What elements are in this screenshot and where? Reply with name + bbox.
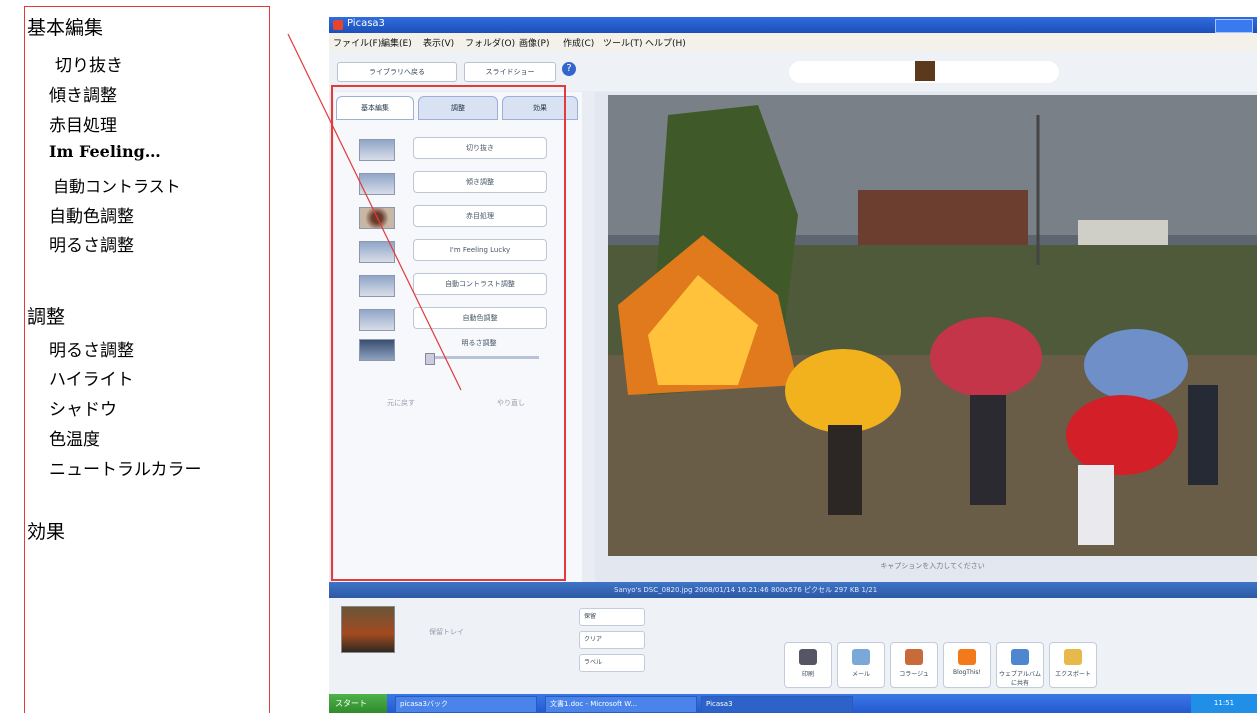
annotation-item: Im Feeling… [49, 142, 161, 161]
tool-straighten: 傾き調整 [359, 171, 579, 195]
annotation-item: 明るさ調整 [49, 341, 134, 361]
label-button[interactable]: ラベル [579, 654, 645, 672]
redeye-thumbnail [359, 207, 395, 229]
crop-thumbnail [359, 139, 395, 161]
filmstrip-thumbnail[interactable] [915, 61, 935, 81]
blogthis-button[interactable]: BlogThis! [943, 642, 991, 688]
window-title: Picasa3 [347, 18, 385, 29]
adjust-heading: 調整 [27, 306, 66, 328]
straighten-button[interactable]: 傾き調整 [413, 171, 547, 193]
annotation-item: 切り抜き [55, 56, 123, 76]
tool-auto-contrast: 自動コントラスト調整 [359, 273, 579, 297]
web-album-share-button[interactable]: ウェブアルバムに共有 [996, 642, 1044, 688]
taskbar-item-active[interactable]: Picasa3 [701, 696, 853, 713]
collage-button[interactable]: コラージュ [890, 642, 938, 688]
redeye-button[interactable]: 赤目処理 [413, 205, 547, 227]
blogger-icon [958, 649, 976, 665]
photo-image[interactable] [608, 95, 1257, 556]
edit-tabs: 基本編集 調整 効果 [336, 96, 580, 120]
fill-light-label: 明るさ調整 [461, 339, 497, 347]
menu-tools[interactable]: ツール(T) [603, 36, 643, 49]
picasa-window: Picasa3 ファイル(F) 編集(E) 表示(V) フォルダ(O) 画像(P… [329, 17, 1257, 713]
taskbar-item[interactable]: 文書1.doc - Microsoft W... [545, 696, 697, 713]
window-controls[interactable] [1215, 19, 1253, 33]
email-icon [852, 649, 870, 665]
back-to-library-button[interactable]: ライブラリへ戻る [337, 62, 457, 82]
slideshow-button[interactable]: スライドショー [464, 62, 556, 82]
collage-icon [905, 649, 923, 665]
title-bar: Picasa3 [329, 17, 1257, 33]
menu-view[interactable]: 表示(V) [423, 36, 454, 49]
straighten-thumbnail [359, 173, 395, 195]
annotation-item: ニュートラルカラー [49, 460, 202, 480]
help-icon[interactable]: ? [562, 62, 576, 76]
basic-edit-heading: 基本編集 [27, 17, 104, 39]
menu-bar: ファイル(F) 編集(E) 表示(V) フォルダ(O) 画像(P) 作成(C) … [329, 33, 1257, 51]
menu-create[interactable]: 作成(C) [563, 36, 594, 49]
tab-basic-edit[interactable]: 基本編集 [336, 96, 414, 120]
annotation-item: 傾き調整 [49, 86, 117, 106]
photo-info-text: Sanyo's DSC_0820.jpg 2008/01/14 16:21:46… [614, 586, 878, 594]
auto-contrast-button[interactable]: 自動コントラスト調整 [413, 273, 547, 295]
tool-lucky: I'm Feeling Lucky [359, 239, 579, 263]
fill-light-thumbnail [359, 339, 395, 361]
tab-effects[interactable]: 効果 [502, 96, 578, 120]
annotation-item: 赤目処理 [49, 116, 117, 136]
auto-color-button[interactable]: 自動色調整 [413, 307, 547, 329]
export-icon [1064, 649, 1082, 665]
menu-edit[interactable]: 編集(E) [381, 36, 412, 49]
export-button[interactable]: エクスポート [1049, 642, 1097, 688]
fill-light-slider[interactable] [429, 356, 539, 359]
annotation-item: 自動コントラスト [53, 177, 181, 196]
menu-folder[interactable]: フォルダ(O) [465, 36, 515, 49]
tool-redeye: 赤目処理 [359, 205, 579, 229]
annotation-item: 自動色調整 [49, 207, 134, 227]
tray-thumbnail[interactable] [341, 606, 395, 653]
print-button[interactable]: 印刷 [784, 642, 832, 688]
tool-crop: 切り抜き [359, 137, 579, 161]
redo-button[interactable]: やり直し [497, 398, 525, 408]
hold-button[interactable]: 保留 [579, 608, 645, 626]
annotation-item: シャドウ [49, 400, 117, 420]
fill-light-slider-handle[interactable] [425, 353, 435, 365]
feeling-lucky-button[interactable]: I'm Feeling Lucky [413, 239, 547, 261]
caption-input[interactable]: キャプションを入力してください [608, 556, 1257, 576]
taskbar-item[interactable]: picasa3バック [395, 696, 537, 713]
app-icon [333, 20, 343, 30]
clear-button[interactable]: クリア [579, 631, 645, 649]
undo-button[interactable]: 元に戻す [387, 398, 415, 408]
auto-color-thumbnail [359, 309, 395, 331]
effects-heading: 効果 [27, 521, 66, 543]
annotation-item: 色温度 [49, 430, 100, 450]
system-clock: 11:51 [1191, 694, 1257, 713]
annotation-item: ハイライト [49, 370, 134, 390]
auto-contrast-thumbnail [359, 275, 395, 297]
lucky-thumbnail [359, 241, 395, 263]
menu-file[interactable]: ファイル(F) [333, 36, 381, 49]
tray-label: 保留トレイ [429, 628, 464, 636]
annotation-item: 明るさ調整 [49, 236, 134, 256]
menu-picture[interactable]: 画像(P) [519, 36, 549, 49]
menu-help[interactable]: ヘルプ(H) [645, 36, 686, 49]
tool-auto-color: 自動色調整 [359, 307, 579, 331]
tab-adjust[interactable]: 調整 [418, 96, 498, 120]
email-button[interactable]: メール [837, 642, 885, 688]
photo-scene [608, 95, 1257, 556]
annotation-box: 基本編集 切り抜き 傾き調整 赤目処理 Im Feeling… 自動コントラスト… [24, 6, 270, 713]
photo-info-bar: Sanyo's DSC_0820.jpg 2008/01/14 16:21:46… [329, 582, 1257, 598]
print-icon [799, 649, 817, 665]
web-album-icon [1011, 649, 1029, 665]
crop-button[interactable]: 切り抜き [413, 137, 547, 159]
start-button[interactable]: スタート [329, 694, 387, 713]
